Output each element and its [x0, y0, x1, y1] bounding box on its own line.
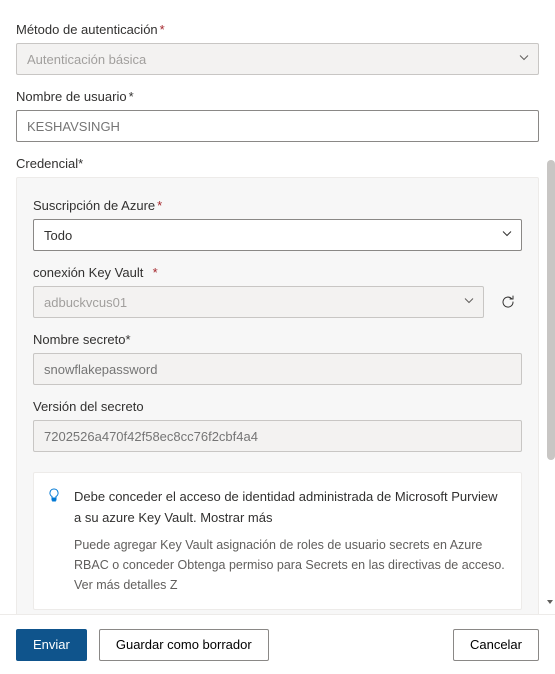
- info-callout: Debe conceder el acceso de identidad adm…: [33, 472, 522, 610]
- info-line2: Puede agregar Key Vault asignación de ro…: [74, 535, 505, 595]
- save-draft-button[interactable]: Guardar como borrador: [99, 629, 269, 661]
- scrollbar-thumb[interactable]: [547, 160, 555, 460]
- auth-method-select[interactable]: Autenticación básica: [16, 43, 539, 75]
- chevron-down-icon: [463, 295, 475, 310]
- secretversion-label: Versión del secreto: [33, 399, 522, 414]
- lightbulb-icon: [46, 487, 62, 510]
- dialog-footer: Enviar Guardar como borrador Cancelar: [0, 614, 555, 674]
- username-label: Nombre de usuario*: [16, 89, 539, 104]
- keyvault-value: adbuckvcus01: [44, 295, 127, 310]
- refresh-button[interactable]: [494, 288, 522, 316]
- subscription-select[interactable]: Todo: [33, 219, 522, 251]
- credential-panel: Suscripción de Azure* Todo conexión Key …: [16, 177, 539, 614]
- cancel-button[interactable]: Cancelar: [453, 629, 539, 661]
- keyvault-label: conexión Key Vault *: [33, 265, 522, 280]
- secretversion-input-wrap: [33, 420, 522, 452]
- username-input[interactable]: [27, 119, 508, 134]
- form-scroll-area[interactable]: Método de autenticación* Autenticación b…: [0, 0, 555, 614]
- info-line1: Debe conceder el acceso de identidad adm…: [74, 487, 505, 529]
- secretversion-input[interactable]: [44, 429, 491, 444]
- chevron-down-icon: [518, 52, 530, 67]
- subscription-value: Todo: [44, 228, 72, 243]
- secretname-input[interactable]: [44, 362, 491, 377]
- chevron-down-icon: [501, 228, 513, 243]
- scrollbar-down-icon[interactable]: [545, 595, 555, 610]
- keyvault-select[interactable]: adbuckvcus01: [33, 286, 484, 318]
- refresh-icon: [500, 294, 516, 310]
- subscription-label: Suscripción de Azure*: [33, 198, 522, 213]
- credential-label: Credencial*: [16, 156, 539, 171]
- secretname-label: Nombre secreto*: [33, 332, 522, 347]
- secretname-input-wrap: [33, 353, 522, 385]
- auth-method-value: Autenticación básica: [27, 52, 146, 67]
- username-input-wrap: [16, 110, 539, 142]
- show-more-link[interactable]: Mostrar más: [200, 510, 272, 525]
- auth-method-label: Método de autenticación*: [16, 22, 539, 37]
- submit-button[interactable]: Enviar: [16, 629, 87, 661]
